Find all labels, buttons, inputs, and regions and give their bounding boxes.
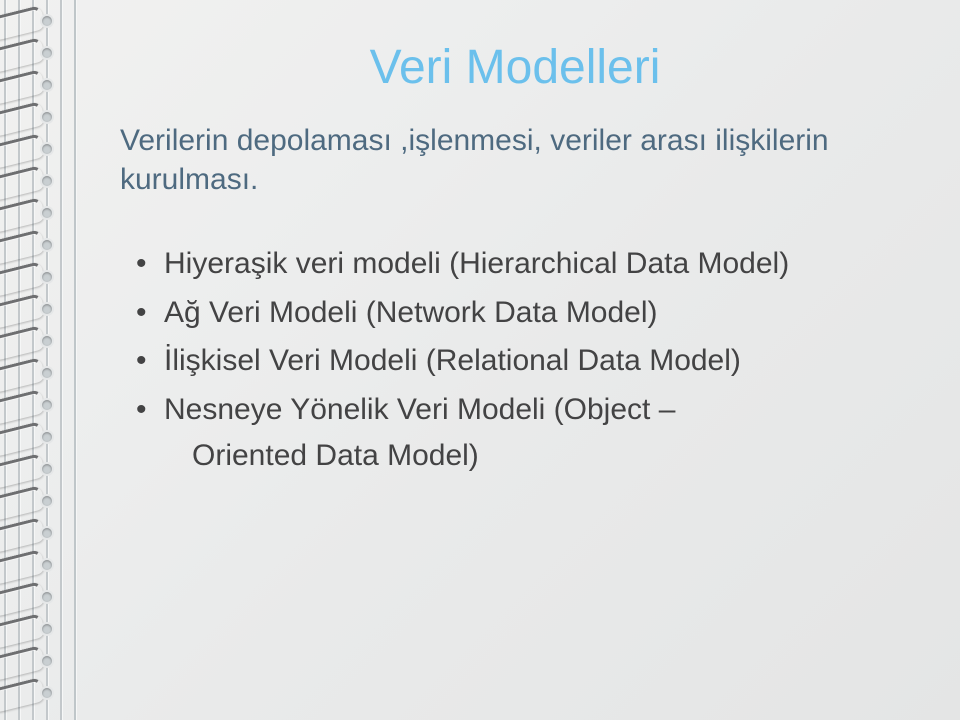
model-list: Hiyeraşik veri modeli (Hierarchical Data… <box>120 241 910 480</box>
slide-page: Veri Modelleri Verilerin depolaması ,işl… <box>0 0 960 720</box>
list-item-text-line2: Oriented Data Model) <box>164 433 910 480</box>
list-item: Hiyeraşik veri modeli (Hierarchical Data… <box>136 241 910 288</box>
list-item: İlişkisel Veri Modeli (Relational Data M… <box>136 338 910 385</box>
list-item: Ağ Veri Modeli (Network Data Model) <box>136 290 910 337</box>
page-stack-edges <box>0 0 80 720</box>
list-item: Nesneye Yönelik Veri Modeli (Object – Or… <box>136 387 910 480</box>
spiral-binding-icon <box>0 0 64 720</box>
slide-subtitle: Verilerin depolaması ,işlenmesi, veriler… <box>120 121 910 199</box>
slide-content: Veri Modelleri Verilerin depolaması ,işl… <box>120 40 910 680</box>
slide-title: Veri Modelleri <box>120 40 910 95</box>
list-item-text-line1: Nesneye Yönelik Veri Modeli (Object – <box>164 393 675 426</box>
